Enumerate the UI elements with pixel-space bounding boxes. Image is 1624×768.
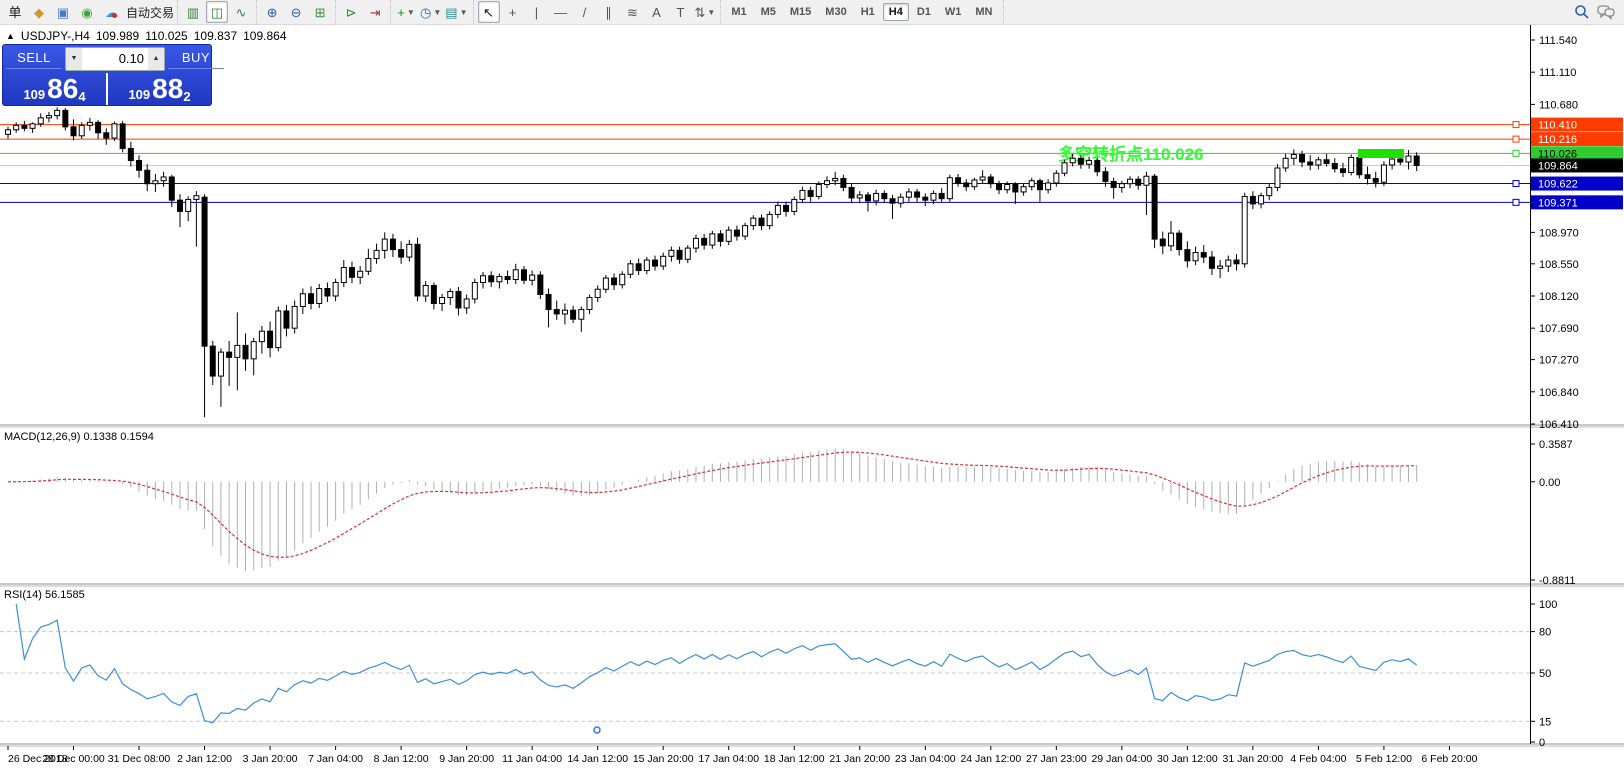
current-price-label: 109.864	[1538, 160, 1578, 172]
svg-text:15 Jan 20:00: 15 Jan 20:00	[633, 753, 694, 765]
svg-text:24 Jan 12:00: 24 Jan 12:00	[960, 753, 1021, 765]
svg-text:107.690: 107.690	[1539, 323, 1579, 335]
svg-text:30 Jan 12:00: 30 Jan 12:00	[1157, 753, 1218, 765]
svg-text:0.00: 0.00	[1539, 477, 1560, 489]
macd-value-main: 0.1338	[83, 431, 117, 443]
macd-value-signal: 0.1594	[120, 431, 154, 443]
svg-text:107.270: 107.270	[1539, 355, 1579, 367]
svg-text:31 Dec 08:00: 31 Dec 08:00	[108, 753, 171, 765]
time-axis[interactable]: 26 Dec 201828 Dec 00:0031 Dec 08:002 Jan…	[8, 746, 1478, 765]
ohlc-high: 110.025	[145, 29, 188, 43]
svg-text:106.840: 106.840	[1539, 387, 1579, 399]
buy-button[interactable]: BUY	[168, 50, 224, 69]
mt4-terminal: { "toolbar": { "left_icons": [ {"name":"…	[0, 0, 1624, 768]
svg-text:108.970: 108.970	[1539, 227, 1579, 239]
svg-text:108.120: 108.120	[1539, 291, 1579, 303]
buy-price[interactable]: 109 88 2	[108, 73, 211, 105]
rsi-line	[16, 604, 1416, 723]
ohlc-close: 109.864	[243, 29, 286, 43]
chart-canvas[interactable]: 111.540 111.110 110.680 108.970 108.550 108.1…	[0, 0, 1624, 768]
svg-text:8 Jan 12:00: 8 Jan 12:00	[374, 753, 429, 765]
buy-price-big: 88	[152, 75, 183, 103]
svg-text:28 Dec 00:00: 28 Dec 00:00	[42, 753, 105, 765]
svg-text:109.622: 109.622	[1538, 179, 1578, 191]
sell-price-sup: 4	[78, 90, 85, 103]
svg-text:3 Jan 20:00: 3 Jan 20:00	[243, 753, 298, 765]
sell-price[interactable]: 109 86 4	[3, 73, 108, 105]
svg-text:6 Feb 20:00: 6 Feb 20:00	[1421, 753, 1477, 765]
svg-text:21 Jan 20:00: 21 Jan 20:00	[829, 753, 890, 765]
sell-price-prefix: 109	[23, 88, 45, 103]
svg-text:0: 0	[1539, 737, 1545, 749]
sell-button[interactable]: SELL	[6, 50, 62, 69]
volume-step-down[interactable]: ▼	[66, 48, 82, 70]
svg-text:110.680: 110.680	[1539, 99, 1578, 111]
rsi-pane: 100 80 50 15 0	[0, 599, 1557, 749]
candles	[6, 107, 1420, 417]
highlight-box[interactable]	[1358, 149, 1404, 158]
ohlc-low: 109.837	[194, 29, 237, 43]
svg-text:9 Jan 20:00: 9 Jan 20:00	[439, 753, 494, 765]
svg-text:80: 80	[1539, 627, 1551, 639]
price-axis[interactable]: 111.540 111.110 110.680 108.970 108.550 108.1…	[1530, 35, 1579, 431]
svg-text:11 Jan 04:00: 11 Jan 04:00	[502, 753, 562, 765]
svg-text:17 Jan 04:00: 17 Jan 04:00	[698, 753, 759, 765]
svg-text:7 Jan 04:00: 7 Jan 04:00	[308, 753, 363, 765]
svg-text:31 Jan 20:00: 31 Jan 20:00	[1223, 753, 1284, 765]
volume-step-up[interactable]: ▲	[148, 48, 164, 70]
buy-price-sup: 2	[183, 90, 190, 103]
svg-text:100: 100	[1539, 599, 1557, 611]
svg-text:109.371: 109.371	[1538, 197, 1578, 209]
svg-text:110.216: 110.216	[1538, 134, 1577, 146]
volume-input[interactable]	[82, 48, 148, 70]
svg-text:50: 50	[1539, 668, 1551, 680]
svg-text:14 Jan 12:00: 14 Jan 12:00	[567, 753, 628, 765]
buy-price-prefix: 109	[128, 88, 150, 103]
symbol-title: USDJPY-,H4	[21, 29, 90, 43]
macd-title: MACD(12,26,9) 0.1338 0.1594	[4, 431, 154, 443]
ohlc-open: 109.989	[96, 29, 139, 43]
svg-text:29 Jan 04:00: 29 Jan 04:00	[1091, 753, 1152, 765]
svg-text:15: 15	[1539, 716, 1551, 728]
svg-text:0.3587: 0.3587	[1539, 439, 1573, 451]
macd-pane: 0.3587 0.00 -0.8811	[8, 439, 1576, 587]
one-click-trading-panel: SELL ▼ ▲ BUY 109 86 4 109 88 2	[2, 44, 212, 106]
svg-text:110.410: 110.410	[1538, 120, 1577, 132]
svg-text:5 Feb 12:00: 5 Feb 12:00	[1356, 753, 1412, 765]
svg-text:106.410: 106.410	[1539, 419, 1579, 431]
rsi-title: RSI(14) 56.1585	[4, 589, 85, 601]
svg-text:18 Jan 12:00: 18 Jan 12:00	[764, 753, 825, 765]
sell-price-big: 86	[47, 75, 78, 103]
svg-text:111.540: 111.540	[1539, 35, 1577, 47]
svg-text:111.110: 111.110	[1539, 67, 1576, 79]
svg-text:23 Jan 04:00: 23 Jan 04:00	[895, 753, 956, 765]
volume-stepper: ▼ ▲	[65, 47, 165, 71]
svg-text:27 Jan 23:00: 27 Jan 23:00	[1026, 753, 1087, 765]
rsi-value: 56.1585	[45, 589, 85, 601]
object-marker[interactable]	[594, 727, 600, 733]
collapse-panel-icon[interactable]: ▲	[6, 31, 15, 41]
chart-ohlc-header: ▲ USDJPY-,H4 109.989 110.025 109.837 109…	[6, 29, 287, 43]
svg-text:108.550: 108.550	[1539, 259, 1579, 271]
svg-text:-0.8811: -0.8811	[1539, 575, 1576, 587]
svg-text:4 Feb 04:00: 4 Feb 04:00	[1290, 753, 1346, 765]
svg-text:2 Jan 12:00: 2 Jan 12:00	[177, 753, 232, 765]
